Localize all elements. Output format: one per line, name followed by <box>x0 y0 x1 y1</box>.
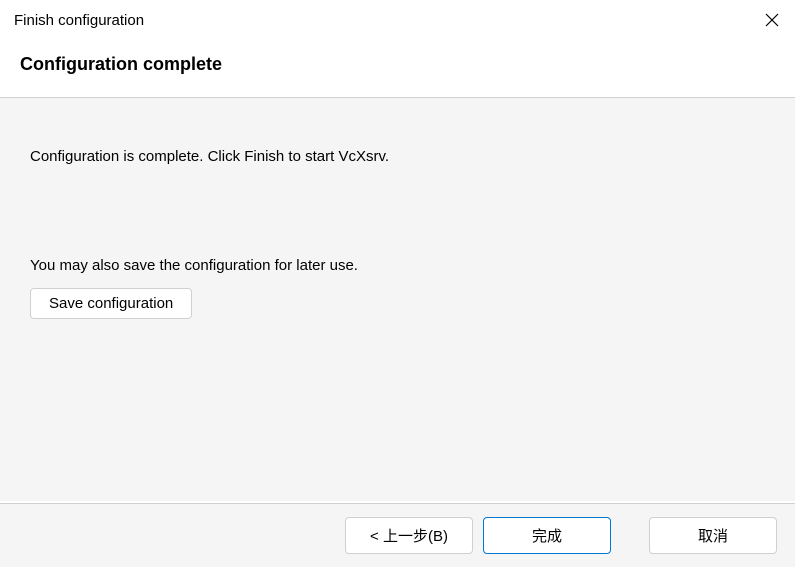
instruction-text-1: Configuration is complete. Click Finish … <box>30 146 765 167</box>
instruction-text-2: You may also save the configuration for … <box>30 255 765 276</box>
titlebar: Finish configuration <box>0 0 795 40</box>
finish-button[interactable]: 完成 <box>483 517 611 554</box>
back-button[interactable]: < 上一步(B) <box>345 517 473 554</box>
page-title: Configuration complete <box>20 54 775 75</box>
header-area: Configuration complete <box>0 40 795 98</box>
close-button[interactable] <box>749 0 795 40</box>
window-title: Finish configuration <box>14 12 144 29</box>
footer-area: < 上一步(B) 完成 取消 <box>0 503 795 567</box>
save-configuration-button[interactable]: Save configuration <box>30 288 192 319</box>
content-area: Configuration is complete. Click Finish … <box>0 98 795 501</box>
close-icon <box>765 13 779 27</box>
cancel-button[interactable]: 取消 <box>649 517 777 554</box>
